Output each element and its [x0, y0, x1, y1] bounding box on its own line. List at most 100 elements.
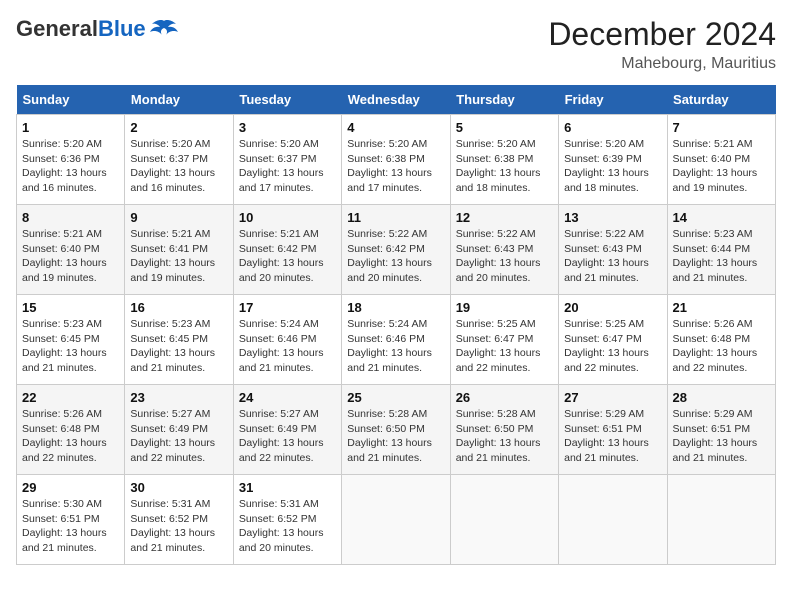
- calendar-cell: 14 Sunrise: 5:23 AMSunset: 6:44 PMDayligh…: [667, 205, 775, 295]
- day-info: Sunrise: 5:31 AMSunset: 6:52 PMDaylight:…: [130, 497, 227, 556]
- day-info: Sunrise: 5:29 AMSunset: 6:51 PMDaylight:…: [564, 407, 661, 466]
- month-title: December 2024: [548, 16, 776, 53]
- day-number: 7: [673, 120, 770, 135]
- day-info: Sunrise: 5:20 AMSunset: 6:36 PMDaylight:…: [22, 137, 119, 196]
- day-info: Sunrise: 5:26 AMSunset: 6:48 PMDaylight:…: [22, 407, 119, 466]
- calendar-cell: 22 Sunrise: 5:26 AMSunset: 6:48 PMDayligh…: [17, 385, 125, 475]
- calendar-header-monday: Monday: [125, 85, 233, 115]
- day-number: 29: [22, 480, 119, 495]
- calendar-week-row: 15Sunrise: 5:23 AMSunset: 6:45 PMDayligh…: [17, 295, 776, 385]
- day-number: 30: [130, 480, 227, 495]
- calendar-week-row: 8Sunrise: 5:21 AMSunset: 6:40 PMDaylight…: [17, 205, 776, 295]
- day-number: 31: [239, 480, 336, 495]
- calendar-cell: 24Sunrise: 5:27 AMSunset: 6:49 PMDayligh…: [233, 385, 341, 475]
- logo: GeneralBlue: [16, 16, 178, 42]
- day-info: Sunrise: 5:20 AMSunset: 6:37 PMDaylight:…: [130, 137, 227, 196]
- day-number: 5: [456, 120, 553, 135]
- title-block: December 2024 Mahebourg, Mauritius: [548, 16, 776, 73]
- calendar-cell: 17Sunrise: 5:24 AMSunset: 6:46 PMDayligh…: [233, 295, 341, 385]
- day-number: 2: [130, 120, 227, 135]
- calendar-cell: 10 Sunrise: 5:21 AMSunset: 6:42 PMDayligh…: [233, 205, 341, 295]
- calendar-cell: 26 Sunrise: 5:28 AMSunset: 6:50 PMDayligh…: [450, 385, 558, 475]
- day-number: 3: [239, 120, 336, 135]
- logo-bird-icon: [150, 19, 178, 39]
- day-info: Sunrise: 5:25 AMSunset: 6:47 PMDaylight:…: [456, 317, 553, 376]
- calendar-cell: 15Sunrise: 5:23 AMSunset: 6:45 PMDayligh…: [17, 295, 125, 385]
- calendar-header-sunday: Sunday: [17, 85, 125, 115]
- calendar-cell: 1 Sunrise: 5:20 AMSunset: 6:36 PMDaylight…: [17, 115, 125, 205]
- calendar-cell: 30 Sunrise: 5:31 AMSunset: 6:52 PMDayligh…: [125, 475, 233, 565]
- day-info: Sunrise: 5:21 AMSunset: 6:41 PMDaylight:…: [130, 227, 227, 286]
- day-info: Sunrise: 5:23 AMSunset: 6:44 PMDaylight:…: [673, 227, 770, 286]
- calendar-cell: 12Sunrise: 5:22 AMSunset: 6:43 PMDayligh…: [450, 205, 558, 295]
- calendar-cell: 28Sunrise: 5:29 AMSunset: 6:51 PMDayligh…: [667, 385, 775, 475]
- calendar-cell: 5 Sunrise: 5:20 AMSunset: 6:38 PMDaylight…: [450, 115, 558, 205]
- day-info: Sunrise: 5:31 AMSunset: 6:52 PMDaylight:…: [239, 497, 336, 556]
- calendar-week-row: 22 Sunrise: 5:26 AMSunset: 6:48 PMDayligh…: [17, 385, 776, 475]
- calendar-cell: 11Sunrise: 5:22 AMSunset: 6:42 PMDayligh…: [342, 205, 450, 295]
- calendar-cell: 6 Sunrise: 5:20 AMSunset: 6:39 PMDaylight…: [559, 115, 667, 205]
- calendar-cell: 13 Sunrise: 5:22 AMSunset: 6:43 PMDayligh…: [559, 205, 667, 295]
- day-info: Sunrise: 5:27 AMSunset: 6:49 PMDaylight:…: [130, 407, 227, 466]
- calendar-cell: 19 Sunrise: 5:25 AMSunset: 6:47 PMDayligh…: [450, 295, 558, 385]
- calendar-cell: 21 Sunrise: 5:26 AMSunset: 6:48 PMDayligh…: [667, 295, 775, 385]
- calendar-header-saturday: Saturday: [667, 85, 775, 115]
- day-number: 9: [130, 210, 227, 225]
- day-info: Sunrise: 5:20 AMSunset: 6:38 PMDaylight:…: [347, 137, 444, 196]
- day-number: 10: [239, 210, 336, 225]
- day-info: Sunrise: 5:20 AMSunset: 6:38 PMDaylight:…: [456, 137, 553, 196]
- day-info: Sunrise: 5:23 AMSunset: 6:45 PMDaylight:…: [130, 317, 227, 376]
- day-info: Sunrise: 5:24 AMSunset: 6:46 PMDaylight:…: [347, 317, 444, 376]
- day-info: Sunrise: 5:27 AMSunset: 6:49 PMDaylight:…: [239, 407, 336, 466]
- calendar-header-friday: Friday: [559, 85, 667, 115]
- calendar-cell: 16 Sunrise: 5:23 AMSunset: 6:45 PMDayligh…: [125, 295, 233, 385]
- calendar-cell: 29 Sunrise: 5:30 AMSunset: 6:51 PMDayligh…: [17, 475, 125, 565]
- calendar-cell: 27 Sunrise: 5:29 AMSunset: 6:51 PMDayligh…: [559, 385, 667, 475]
- day-info: Sunrise: 5:30 AMSunset: 6:51 PMDaylight:…: [22, 497, 119, 556]
- calendar-cell: 18Sunrise: 5:24 AMSunset: 6:46 PMDayligh…: [342, 295, 450, 385]
- day-number: 13: [564, 210, 661, 225]
- calendar-cell: 9 Sunrise: 5:21 AMSunset: 6:41 PMDaylight…: [125, 205, 233, 295]
- calendar-cell: 4 Sunrise: 5:20 AMSunset: 6:38 PMDaylight…: [342, 115, 450, 205]
- day-info: Sunrise: 5:21 AMSunset: 6:40 PMDaylight:…: [22, 227, 119, 286]
- day-number: 14: [673, 210, 770, 225]
- calendar-cell: 3 Sunrise: 5:20 AMSunset: 6:37 PMDaylight…: [233, 115, 341, 205]
- calendar-header-row: SundayMondayTuesdayWednesdayThursdayFrid…: [17, 85, 776, 115]
- day-info: Sunrise: 5:21 AMSunset: 6:42 PMDaylight:…: [239, 227, 336, 286]
- day-info: Sunrise: 5:23 AMSunset: 6:45 PMDaylight:…: [22, 317, 119, 376]
- calendar-table: SundayMondayTuesdayWednesdayThursdayFrid…: [16, 85, 776, 565]
- calendar-cell: [559, 475, 667, 565]
- calendar-cell: 20Sunrise: 5:25 AMSunset: 6:47 PMDayligh…: [559, 295, 667, 385]
- calendar-header-tuesday: Tuesday: [233, 85, 341, 115]
- calendar-week-row: 1 Sunrise: 5:20 AMSunset: 6:36 PMDaylight…: [17, 115, 776, 205]
- day-number: 1: [22, 120, 119, 135]
- calendar-cell: [667, 475, 775, 565]
- day-info: Sunrise: 5:28 AMSunset: 6:50 PMDaylight:…: [347, 407, 444, 466]
- day-info: Sunrise: 5:22 AMSunset: 6:43 PMDaylight:…: [564, 227, 661, 286]
- day-number: 16: [130, 300, 227, 315]
- day-number: 6: [564, 120, 661, 135]
- day-number: 22: [22, 390, 119, 405]
- page-header: GeneralBlue December 2024 Mahebourg, Mau…: [16, 16, 776, 73]
- day-number: 4: [347, 120, 444, 135]
- day-number: 28: [673, 390, 770, 405]
- calendar-week-row: 29 Sunrise: 5:30 AMSunset: 6:51 PMDayligh…: [17, 475, 776, 565]
- day-info: Sunrise: 5:26 AMSunset: 6:48 PMDaylight:…: [673, 317, 770, 376]
- day-info: Sunrise: 5:28 AMSunset: 6:50 PMDaylight:…: [456, 407, 553, 466]
- calendar-cell: 25 Sunrise: 5:28 AMSunset: 6:50 PMDayligh…: [342, 385, 450, 475]
- day-number: 27: [564, 390, 661, 405]
- day-number: 21: [673, 300, 770, 315]
- calendar-cell: 8Sunrise: 5:21 AMSunset: 6:40 PMDaylight…: [17, 205, 125, 295]
- day-info: Sunrise: 5:24 AMSunset: 6:46 PMDaylight:…: [239, 317, 336, 376]
- location: Mahebourg, Mauritius: [548, 55, 776, 73]
- day-info: Sunrise: 5:21 AMSunset: 6:40 PMDaylight:…: [673, 137, 770, 196]
- day-number: 20: [564, 300, 661, 315]
- day-number: 19: [456, 300, 553, 315]
- calendar-cell: 7 Sunrise: 5:21 AMSunset: 6:40 PMDaylight…: [667, 115, 775, 205]
- day-info: Sunrise: 5:20 AMSunset: 6:39 PMDaylight:…: [564, 137, 661, 196]
- calendar-cell: 23Sunrise: 5:27 AMSunset: 6:49 PMDayligh…: [125, 385, 233, 475]
- calendar-cell: 2 Sunrise: 5:20 AMSunset: 6:37 PMDaylight…: [125, 115, 233, 205]
- day-info: Sunrise: 5:20 AMSunset: 6:37 PMDaylight:…: [239, 137, 336, 196]
- day-number: 25: [347, 390, 444, 405]
- day-number: 26: [456, 390, 553, 405]
